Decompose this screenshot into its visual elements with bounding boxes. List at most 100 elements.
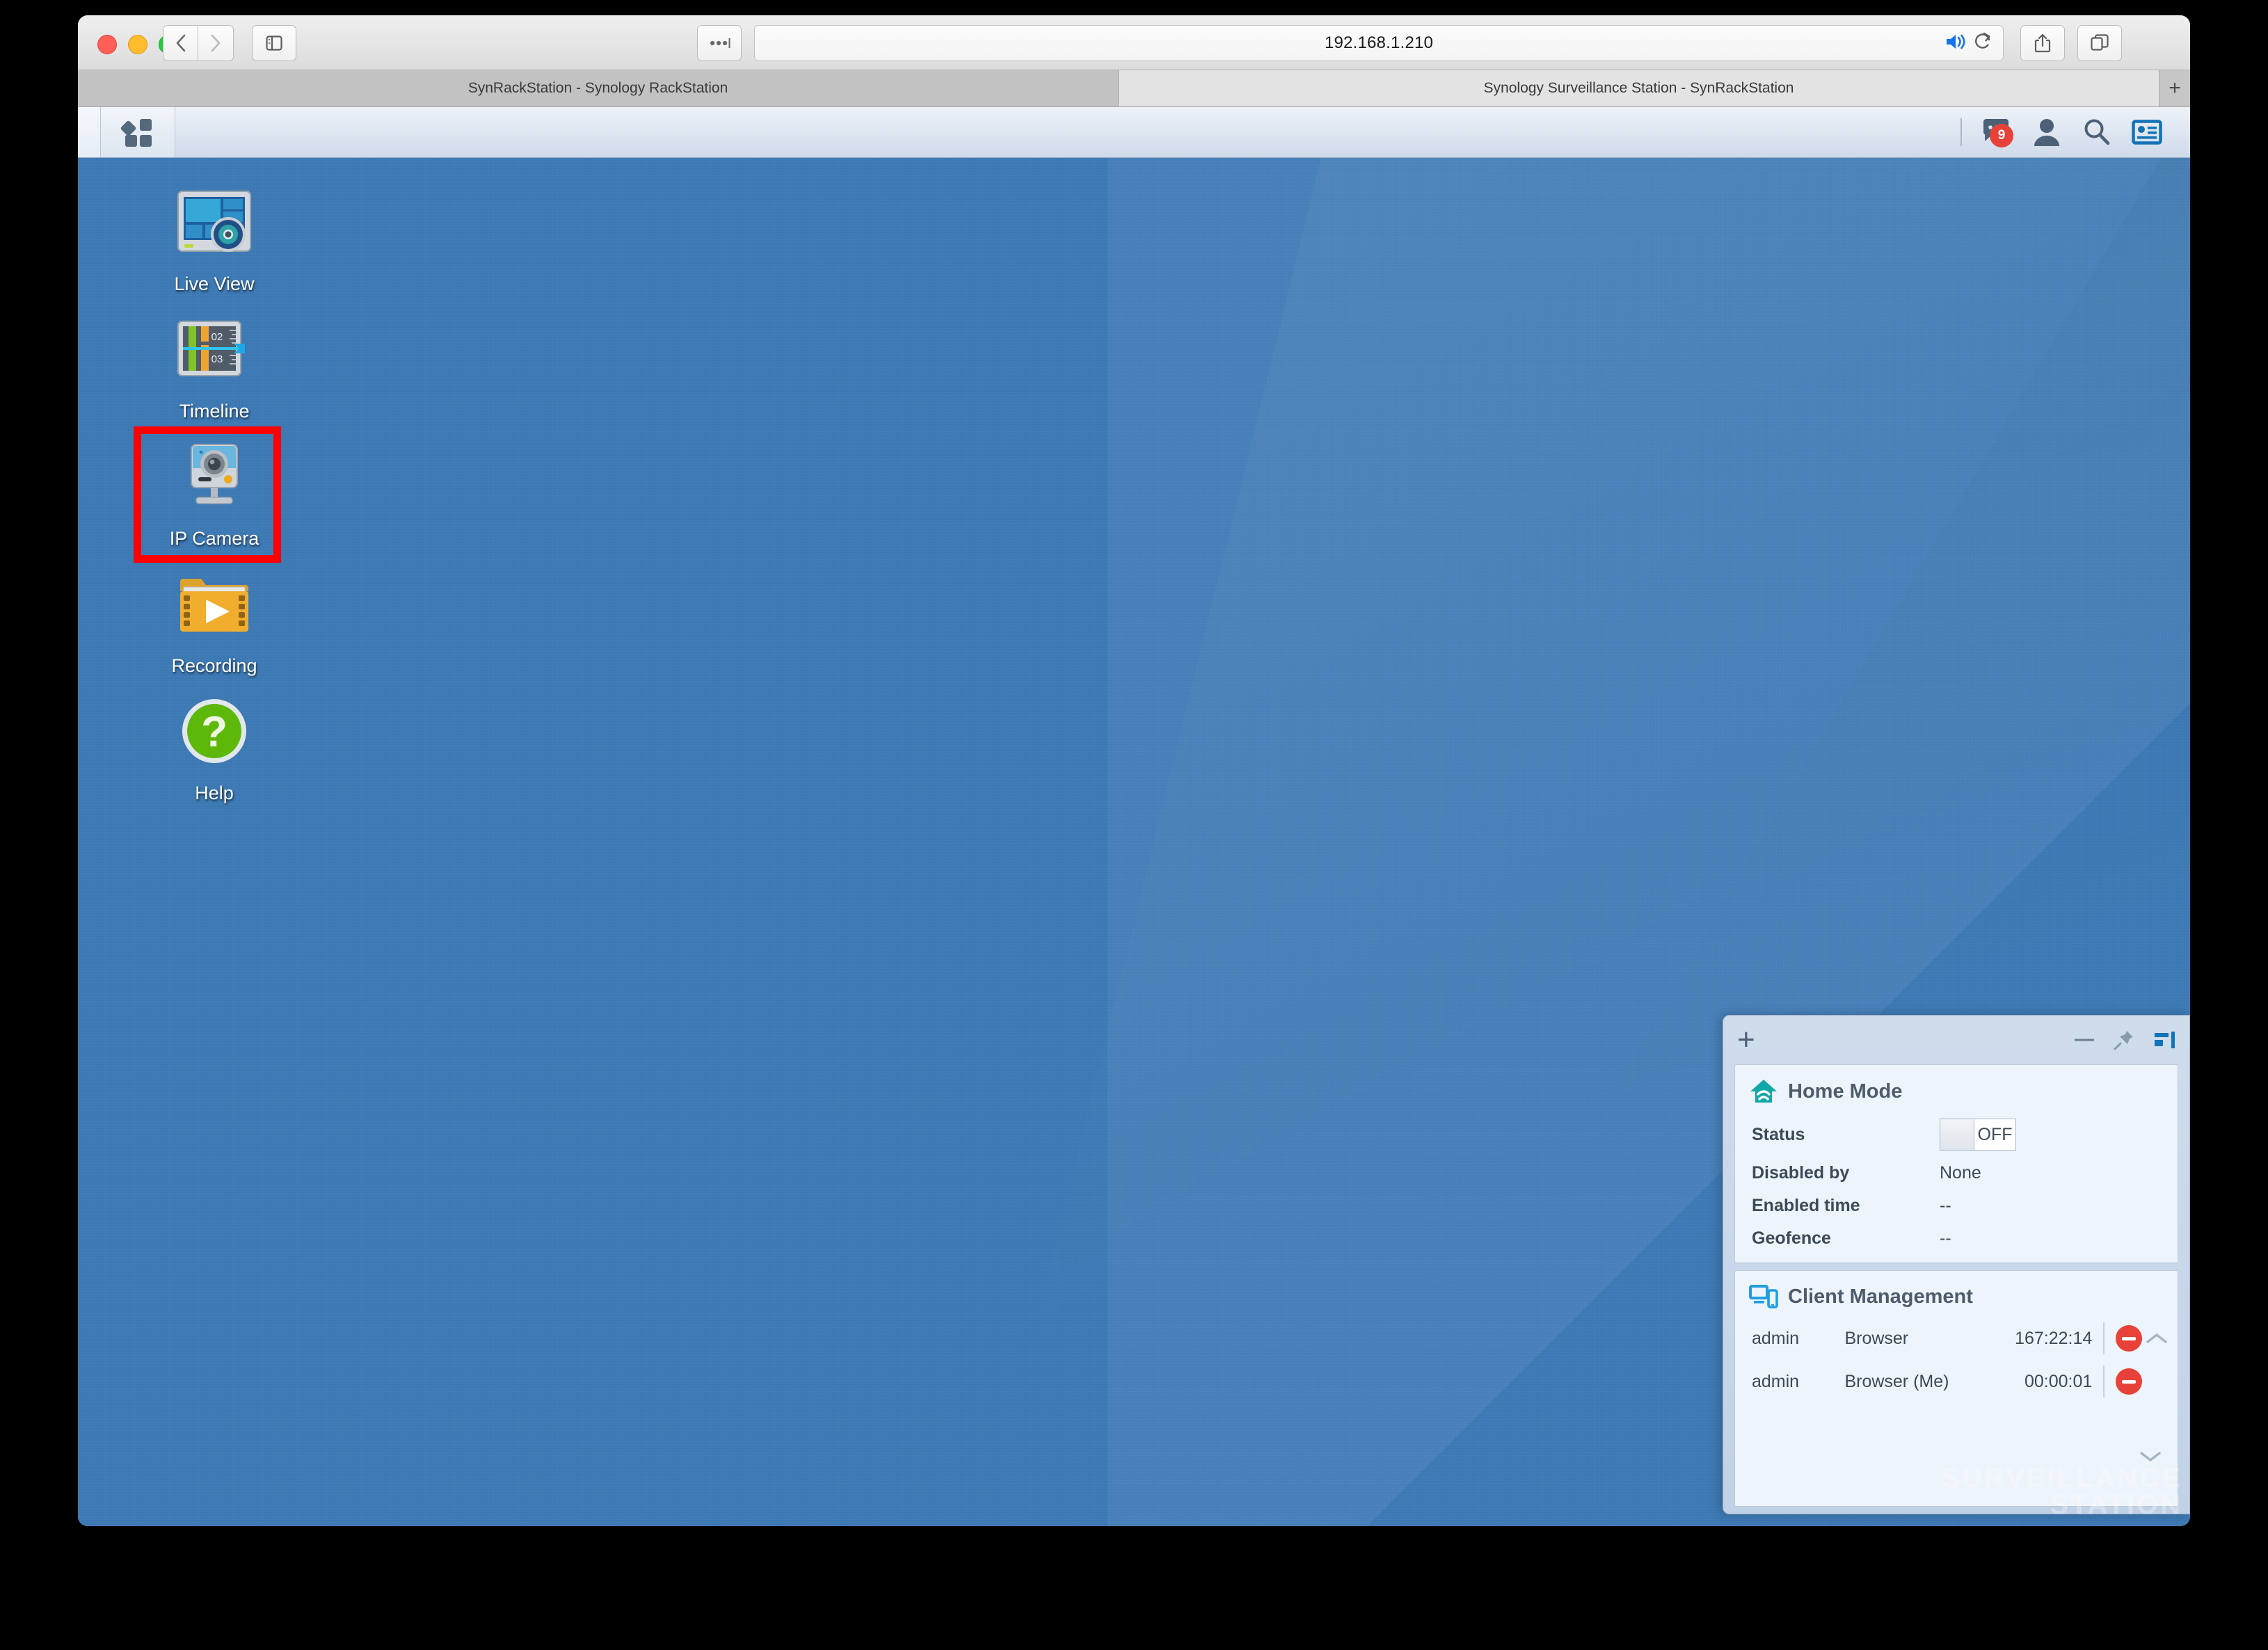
- pin-icon: [2114, 1031, 2133, 1050]
- desktop-icon-label: Help: [195, 783, 234, 803]
- desktop-icon-list: Live View 02 03 Timeline IP Camera Recor…: [134, 177, 309, 814]
- row-key: Status: [1752, 1124, 1805, 1144]
- home-mode-card: Home Mode Status OFF Disabled by None En…: [1734, 1064, 2178, 1263]
- user-menu-button[interactable]: [2022, 107, 2072, 157]
- client-user: admin: [1752, 1371, 1800, 1391]
- url-text: 192.168.1.210: [1324, 33, 1434, 52]
- back-button[interactable]: [163, 25, 198, 61]
- plus-icon: +: [2169, 77, 2181, 99]
- home-mode-row-geofence: Geofence --: [1735, 1222, 2178, 1263]
- address-bar[interactable]: 192.168.1.210: [754, 25, 2004, 61]
- client-row-divider: [2103, 1365, 2105, 1397]
- recording-icon: [168, 566, 260, 648]
- more-toolbar-button[interactable]: [697, 25, 742, 61]
- audio-playing-button[interactable]: [1944, 32, 1967, 55]
- tab-title: SynRackStation - Synology RackStation: [468, 80, 728, 96]
- live-view-icon: [168, 184, 260, 266]
- reload-button[interactable]: [1974, 31, 1993, 56]
- sidebar-icon: [266, 35, 282, 51]
- browser-tab-1[interactable]: SynRackStation - Synology RackStation: [78, 70, 1119, 106]
- user-icon: [2034, 119, 2059, 146]
- taskbar-tray: 9: [1960, 107, 2190, 157]
- taskbar-spacer: [175, 107, 1960, 157]
- client-row: admin Browser (Me) 00:00:01: [1735, 1360, 2178, 1403]
- notifications-button[interactable]: 9: [1972, 107, 2022, 157]
- row-value: --: [1940, 1228, 1951, 1248]
- row-value: None: [1940, 1163, 1981, 1183]
- widget-minimize-button[interactable]: [2074, 1036, 2095, 1043]
- new-tab-button[interactable]: +: [2159, 70, 2190, 106]
- tab-title: Synology Surveillance Station - SynRackS…: [1483, 80, 1794, 96]
- home-mode-row-enabled-time: Enabled time --: [1735, 1190, 2178, 1222]
- reload-icon: [1975, 32, 1990, 49]
- desktop-icon-timeline[interactable]: 02 03 Timeline: [142, 305, 287, 426]
- disconnect-client-button[interactable]: [2116, 1325, 2143, 1352]
- client-scroll-down-button[interactable]: [2139, 1450, 2162, 1467]
- tab-overview-button[interactable]: [2077, 25, 2122, 61]
- widget-panel-header: +: [1723, 1016, 2189, 1064]
- desktop-icon-help[interactable]: ? Help: [142, 687, 287, 808]
- close-window-button[interactable]: [97, 35, 117, 54]
- home-mode-title-row: Home Mode: [1735, 1065, 2178, 1112]
- client-scroll-up-button[interactable]: [2142, 1331, 2171, 1345]
- disconnect-client-button[interactable]: [2116, 1368, 2143, 1395]
- client-management-icon: [1749, 1285, 1778, 1308]
- app-menu-icon: [120, 119, 152, 147]
- client-device: Browser (Me): [1844, 1371, 1949, 1391]
- desktop-icon-label: IP Camera: [169, 528, 259, 549]
- client-management-title: Client Management: [1788, 1285, 1973, 1308]
- home-mode-title: Home Mode: [1788, 1080, 1903, 1103]
- client-user: admin: [1752, 1328, 1800, 1348]
- widget-dock-button[interactable]: [2153, 1030, 2175, 1050]
- chevron-up-icon: [2146, 1333, 2167, 1343]
- minimize-window-button[interactable]: [128, 35, 147, 54]
- client-duration: 167:22:14: [2015, 1328, 2093, 1348]
- dock-icon: [2155, 1032, 2175, 1048]
- chevron-left-icon: [176, 34, 186, 52]
- widget-icon: [2132, 120, 2162, 145]
- forward-button[interactable]: [198, 25, 234, 61]
- desktop-icon-ip-camera[interactable]: IP Camera: [134, 426, 287, 563]
- desktop-icon-live-view[interactable]: Live View: [142, 177, 287, 299]
- safari-window: 192.168.1.210 SynRackStation - Synology …: [78, 15, 2190, 1526]
- row-value: --: [1940, 1196, 1951, 1215]
- client-duration: 00:00:01: [2024, 1371, 2093, 1391]
- toggle-knob: [1940, 1119, 1974, 1150]
- desktop-icon-label: Timeline: [179, 401, 250, 422]
- speaker-playing-icon: [1947, 34, 1965, 49]
- notification-badge: 9: [1990, 124, 2013, 147]
- timeline-mark-bottom: 03: [211, 353, 223, 365]
- row-key: Geofence: [1752, 1228, 1831, 1248]
- add-widget-button[interactable]: +: [1737, 1025, 1755, 1055]
- browser-toolbar: 192.168.1.210: [78, 15, 2190, 70]
- home-mode-icon: [1750, 1080, 1777, 1103]
- desktop-icon-recording[interactable]: Recording: [142, 559, 287, 681]
- client-device: Browser: [1844, 1328, 1909, 1348]
- widget-pin-button[interactable]: [2113, 1029, 2135, 1051]
- client-row-divider: [2103, 1322, 2105, 1354]
- svg-text:?: ?: [201, 708, 227, 756]
- tab-overview-icon: [2091, 34, 2109, 51]
- client-row: admin Browser 167:22:14: [1735, 1317, 2178, 1360]
- widget-panel-button[interactable]: [2122, 107, 2172, 157]
- toggle-state-label: OFF: [1977, 1124, 2013, 1144]
- desktop-icon-label: Live View: [174, 273, 255, 294]
- home-mode-toggle[interactable]: OFF: [1940, 1119, 2016, 1151]
- browser-tab-2[interactable]: Synology Surveillance Station - SynRackS…: [1119, 70, 2159, 106]
- help-icon: ?: [168, 694, 260, 776]
- taskbar-edge: [78, 107, 101, 157]
- client-management-title-row: Client Management: [1735, 1271, 2178, 1317]
- chevron-right-icon: [211, 34, 221, 52]
- desktop: Live View 02 03 Timeline IP Camera Recor…: [78, 158, 2190, 1526]
- search-button[interactable]: [2072, 107, 2122, 157]
- client-management-card: Client Management admin Browser 167:22:1…: [1734, 1270, 2178, 1507]
- share-button[interactable]: [2020, 25, 2065, 61]
- timeline-mark-top: 02: [211, 331, 223, 343]
- address-bar-actions: [1944, 31, 1993, 56]
- tab-bar: SynRackStation - Synology RackStation Sy…: [78, 70, 2190, 107]
- home-mode-row-status: Status OFF: [1735, 1112, 2178, 1157]
- sidebar-toggle-button[interactable]: [252, 25, 296, 61]
- share-icon: [2034, 33, 2051, 53]
- surveillance-station-page: 9 Live View 02 03 Timeline IP Camera Rec…: [78, 107, 2190, 1526]
- main-menu-button[interactable]: [101, 107, 175, 157]
